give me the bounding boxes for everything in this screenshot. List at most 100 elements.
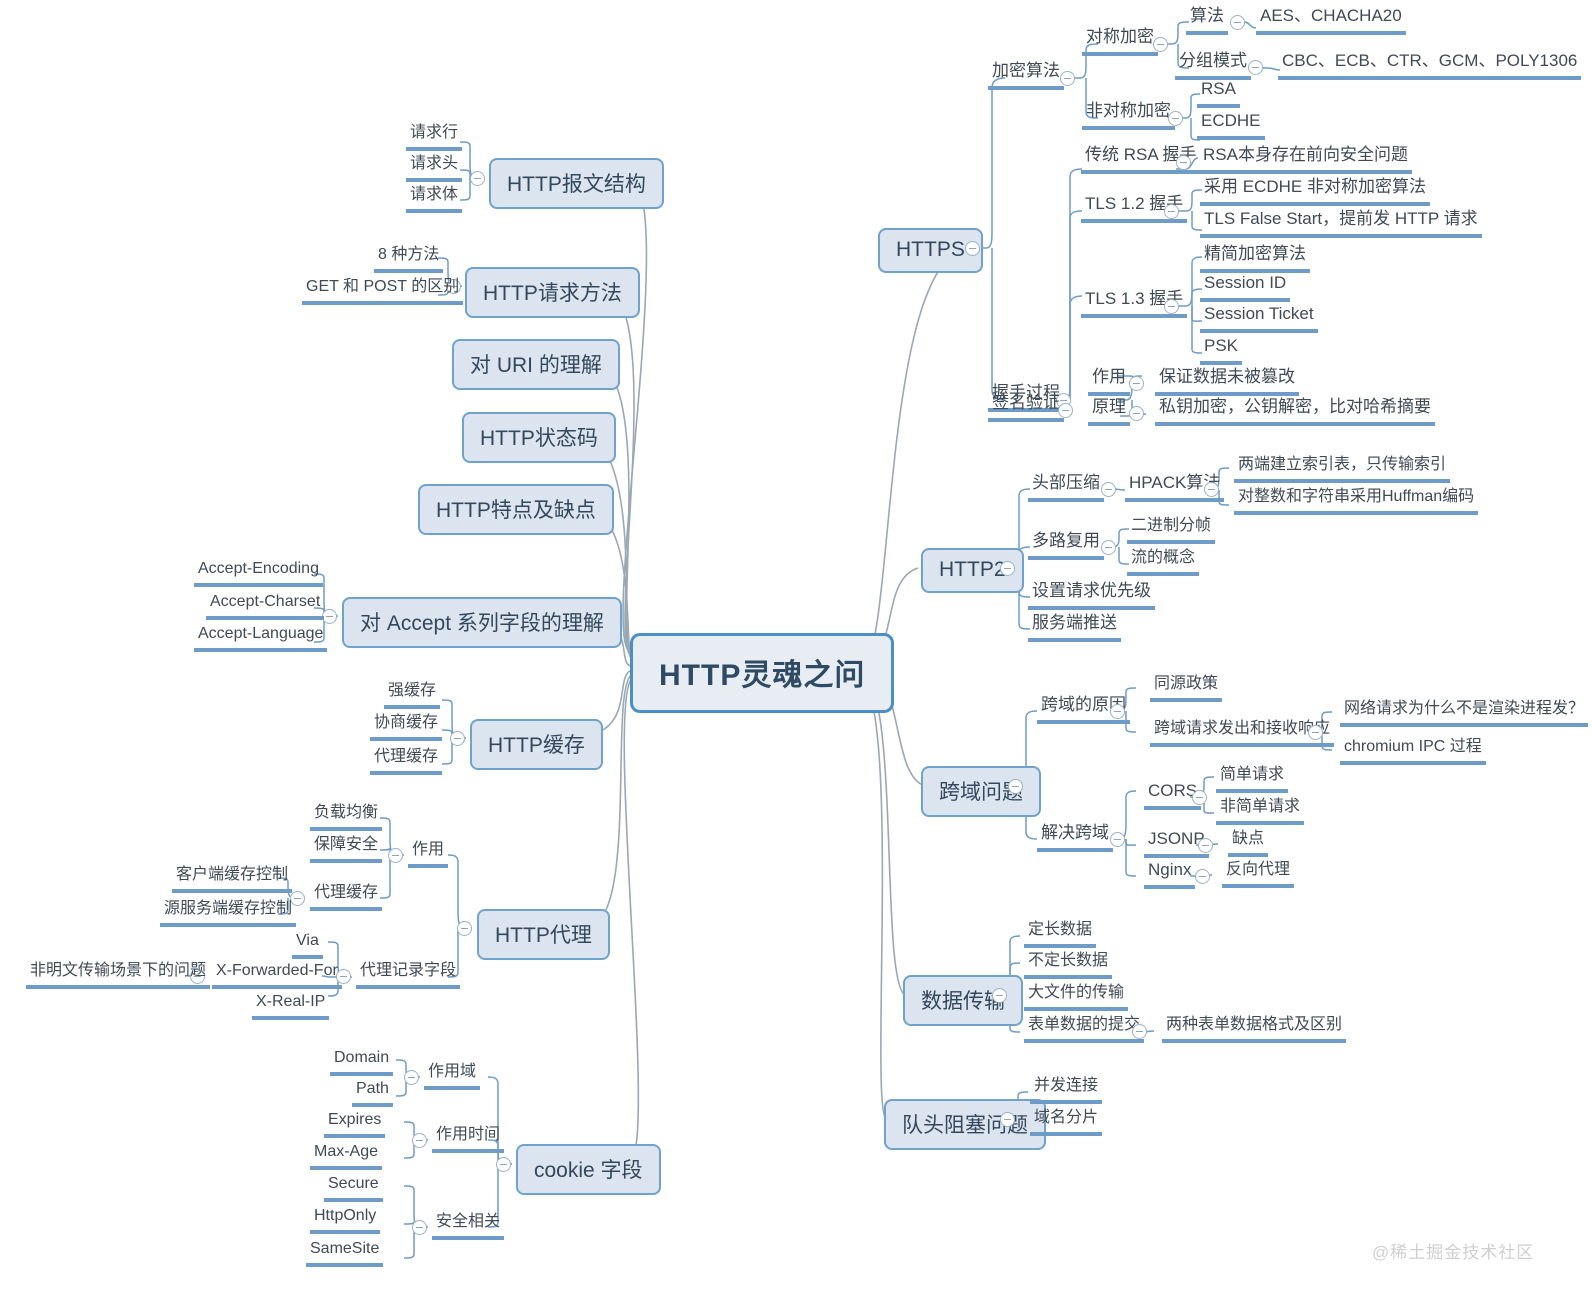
- node-data-not-tampered[interactable]: 保证数据未被篡改: [1155, 367, 1299, 396]
- node-cookie-secure[interactable]: Secure: [324, 1175, 383, 1202]
- node-accept-charset[interactable]: Accept-Charset: [206, 593, 325, 620]
- node-simplified-crypto[interactable]: 精简加密算法: [1200, 244, 1310, 273]
- node-session-ticket[interactable]: Session Ticket: [1200, 304, 1318, 333]
- node-large-file-transfer[interactable]: 大文件的传输: [1024, 984, 1129, 1011]
- node-cookie-path[interactable]: Path: [352, 1080, 393, 1107]
- node-x-real-ip[interactable]: X-Real-IP: [252, 993, 330, 1020]
- node-block-mode[interactable]: 分组模式: [1175, 51, 1251, 80]
- node-binary-framing[interactable]: 二进制分帧: [1127, 517, 1216, 544]
- node-cross-request-response[interactable]: 跨域请求发出和接收响应: [1150, 720, 1335, 747]
- toggle-hpack-algorithm[interactable]: [1204, 482, 1219, 497]
- node-nginx[interactable]: Nginx: [1144, 860, 1196, 889]
- node-aes-chacha20[interactable]: AES、CHACHA20: [1256, 6, 1406, 35]
- node-load-balancing[interactable]: 负载均衡: [310, 804, 383, 831]
- node-why-not-render-process[interactable]: 网络请求为什么不是渲染进程发？: [1340, 700, 1589, 727]
- node-cookie-expires[interactable]: Expires: [324, 1111, 386, 1138]
- node-accept-fields[interactable]: 对 Accept 系列字段的理解: [342, 597, 622, 648]
- node-proxy-cache-item[interactable]: 代理缓存: [370, 748, 443, 775]
- node-http-features[interactable]: HTTP特点及缺点: [418, 484, 614, 535]
- toggle-http2[interactable]: [1000, 561, 1015, 576]
- node-encryption-algorithm[interactable]: 加密算法: [988, 61, 1064, 90]
- node-non-plaintext-issue[interactable]: 非明文传输场景下的问题: [26, 962, 211, 989]
- node-http-cache[interactable]: HTTP缓存: [470, 719, 603, 770]
- node-cookie-max-age[interactable]: Max-Age: [310, 1143, 383, 1170]
- node-proxy-record-fields[interactable]: 代理记录字段: [356, 962, 461, 989]
- toggle-nginx[interactable]: [1195, 869, 1210, 884]
- node-request-priority[interactable]: 设置请求优先级: [1028, 581, 1155, 610]
- toggle-multiplexing[interactable]: [1101, 540, 1116, 555]
- node-private-key-encrypt[interactable]: 私钥加密，公钥解密，比对哈希摘要: [1155, 397, 1435, 426]
- toggle-head-of-line-blocking[interactable]: [1000, 1112, 1015, 1127]
- node-head-of-line-blocking[interactable]: 队头阻塞问题: [884, 1099, 1046, 1150]
- node-multiplexing[interactable]: 多路复用: [1028, 531, 1104, 560]
- node-concurrent-connections[interactable]: 并发连接: [1030, 1077, 1103, 1104]
- node-request-methods[interactable]: HTTP请求方法: [465, 267, 640, 318]
- node-tls-false-start[interactable]: TLS False Start，提前发 HTTP 请求: [1200, 209, 1482, 238]
- node-proxy-cache[interactable]: 代理缓存: [310, 884, 383, 911]
- toggle-cookie-fields[interactable]: [496, 1157, 511, 1172]
- node-accept-language[interactable]: Accept-Language: [194, 625, 328, 652]
- node-x-forwarded-for[interactable]: X-Forwarded-For: [212, 962, 342, 989]
- node-origin-cache-control[interactable]: 源服务端缓存控制: [160, 900, 297, 927]
- node-ecdhe[interactable]: ECDHE: [1197, 111, 1265, 140]
- node-session-id[interactable]: Session ID: [1200, 273, 1291, 302]
- node-accept-encoding[interactable]: Accept-Encoding: [194, 560, 323, 587]
- node-cross-domain[interactable]: 跨域问题: [921, 766, 1041, 817]
- toggle-symmetric-encryption[interactable]: [1153, 37, 1168, 52]
- toggle-encryption-algorithm[interactable]: [1060, 71, 1075, 86]
- node-get-post-difference[interactable]: GET 和 POST 的区别: [302, 278, 464, 305]
- node-cookie-security[interactable]: 安全相关: [432, 1213, 505, 1240]
- toggle-cors[interactable]: [1192, 790, 1207, 805]
- toggle-asymmetric-encryption[interactable]: [1168, 111, 1183, 126]
- node-signature-purpose[interactable]: 作用: [1088, 367, 1130, 396]
- toggle-cross-domain-reason[interactable]: [1110, 704, 1125, 719]
- toggle-form-submission[interactable]: [1132, 1024, 1147, 1039]
- node-strong-cache[interactable]: 强缓存: [384, 682, 441, 709]
- toggle-cookie-security[interactable]: [412, 1220, 427, 1235]
- toggle-cross-request-response[interactable]: [1308, 725, 1323, 740]
- node-client-cache-control[interactable]: 客户端缓存控制: [172, 866, 293, 893]
- node-form-submission[interactable]: 表单数据的提交: [1024, 1016, 1145, 1043]
- toggle-jsonp[interactable]: [1198, 838, 1213, 853]
- node-variable-length-data[interactable]: 不定长数据: [1024, 952, 1113, 979]
- node-server-push[interactable]: 服务端推送: [1028, 613, 1121, 642]
- node-status-code[interactable]: HTTP状态码: [462, 412, 616, 463]
- node-asymmetric-encryption[interactable]: 非对称加密: [1082, 101, 1175, 130]
- node-cookie-lifetime[interactable]: 作用时间: [432, 1126, 505, 1153]
- node-request-line[interactable]: 请求行: [406, 124, 463, 151]
- toggle-signature-principle[interactable]: [1129, 406, 1144, 421]
- toggle-tls12-handshake[interactable]: [1164, 204, 1179, 219]
- toggle-header-compression[interactable]: [1101, 482, 1116, 497]
- node-message-structure[interactable]: HTTP报文结构: [489, 158, 664, 209]
- toggle-https[interactable]: [965, 241, 980, 256]
- toggle-block-mode[interactable]: [1248, 60, 1263, 75]
- node-http-proxy[interactable]: HTTP代理: [477, 909, 610, 960]
- node-ecdhe-asymmetric[interactable]: 采用 ECDHE 非对称加密算法: [1200, 177, 1430, 206]
- node-stream-concept[interactable]: 流的概念: [1127, 549, 1200, 576]
- node-symmetric-encryption[interactable]: 对称加密: [1082, 27, 1158, 56]
- toggle-traditional-rsa-handshake[interactable]: [1176, 155, 1191, 170]
- toggle-http-proxy[interactable]: [457, 921, 472, 936]
- node-rsa-forward-secrecy[interactable]: RSA本身存在前向安全问题: [1199, 145, 1412, 174]
- node-eight-methods[interactable]: 8 种方法: [374, 246, 444, 273]
- node-cookie-httponly[interactable]: HttpOnly: [310, 1207, 381, 1234]
- node-jsonp-drawback[interactable]: 缺点: [1228, 830, 1269, 857]
- node-fixed-length-data[interactable]: 定长数据: [1024, 921, 1097, 948]
- node-chromium-ipc[interactable]: chromium IPC 过程: [1340, 738, 1486, 765]
- toggle-proxy-purpose[interactable]: [388, 848, 403, 863]
- node-block-mode-list[interactable]: CBC、ECB、CTR、GCM、POLY1306: [1278, 51, 1582, 80]
- node-via[interactable]: Via: [292, 932, 323, 959]
- node-reverse-proxy[interactable]: 反向代理: [1222, 861, 1295, 888]
- node-cookie-samesite[interactable]: SameSite: [306, 1240, 384, 1267]
- toggle-signature-verification[interactable]: [1058, 403, 1073, 418]
- toggle-cookie-scope[interactable]: [404, 1070, 419, 1085]
- node-cross-domain-solution[interactable]: 解决跨域: [1037, 823, 1113, 852]
- node-header-compression[interactable]: 头部压缩: [1028, 473, 1104, 502]
- toggle-message-structure[interactable]: [470, 171, 485, 186]
- toggle-cross-domain[interactable]: [1008, 779, 1023, 794]
- toggle-tls13-handshake[interactable]: [1164, 299, 1179, 314]
- node-simple-request[interactable]: 简单请求: [1216, 766, 1289, 793]
- node-signature-principle[interactable]: 原理: [1088, 397, 1130, 426]
- node-huffman-encoding[interactable]: 对整数和字符串采用Huffman编码: [1234, 488, 1479, 515]
- node-form-formats[interactable]: 两种表单数据格式及区别: [1162, 1016, 1347, 1043]
